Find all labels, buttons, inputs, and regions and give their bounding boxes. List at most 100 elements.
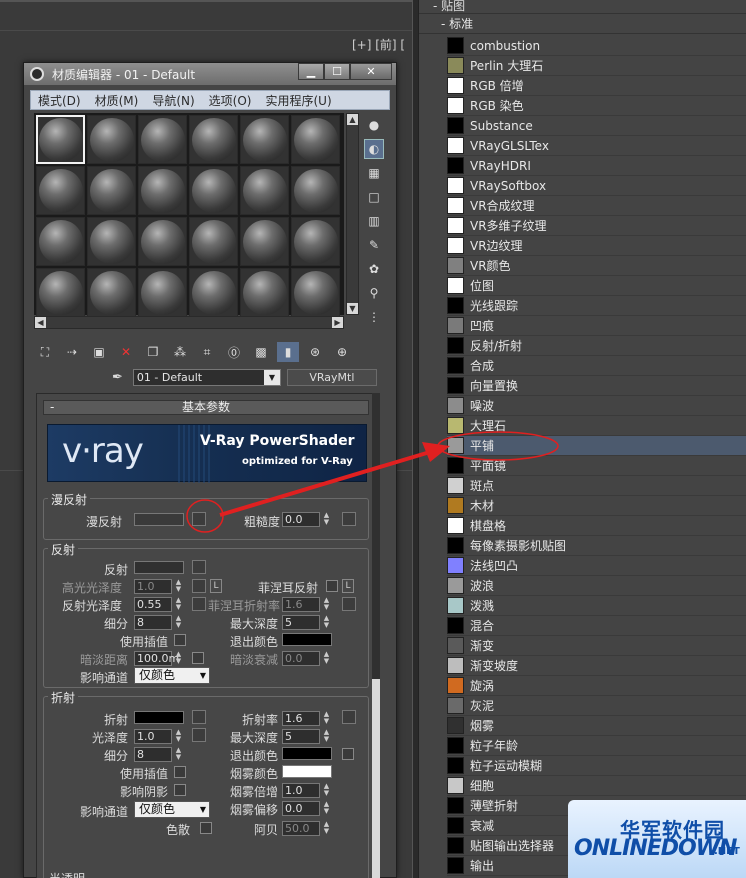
refr-exit-color-checkbox[interactable] bbox=[342, 748, 354, 760]
fresnel-ior-map-button[interactable] bbox=[342, 597, 356, 611]
go-forward-sibling-icon[interactable]: ⊕ bbox=[331, 342, 353, 362]
sample-slot[interactable] bbox=[138, 217, 187, 266]
sample-horizontal-scrollbar[interactable]: ◀ ▶ bbox=[34, 316, 344, 329]
viewport-label[interactable]: [+] [前] [ bbox=[352, 36, 405, 53]
map-list-item[interactable]: 细胞 bbox=[447, 776, 746, 796]
fog-mult-spinner[interactable]: 1.0 bbox=[282, 783, 320, 798]
diffuse-color-swatch[interactable] bbox=[134, 513, 184, 526]
sample-slot[interactable] bbox=[138, 115, 187, 164]
chevron-down-icon[interactable]: ▼ bbox=[263, 370, 280, 385]
spinner-arrows-icon[interactable]: ▲ ▼ bbox=[322, 821, 331, 836]
reflect-color-swatch[interactable] bbox=[134, 561, 184, 574]
map-list-item[interactable]: 平铺 bbox=[447, 436, 746, 456]
map-list-item[interactable]: 斑点 bbox=[447, 476, 746, 496]
eyedropper-icon[interactable]: ✒ bbox=[112, 370, 123, 385]
map-list-item[interactable]: 混合 bbox=[447, 616, 746, 636]
fresnel-checkbox[interactable] bbox=[326, 580, 338, 592]
make-unique-icon[interactable]: ⁂ bbox=[169, 342, 191, 362]
map-list-item[interactable]: VRayHDRI bbox=[447, 156, 746, 176]
roughness-spinner[interactable]: 0.0 bbox=[282, 512, 320, 527]
roughness-map-button[interactable] bbox=[342, 512, 356, 526]
map-list-item[interactable]: Substance bbox=[447, 116, 746, 136]
spinner-arrows-icon[interactable]: ▲ ▼ bbox=[322, 651, 331, 666]
spinner-arrows-icon[interactable]: ▲ ▼ bbox=[322, 597, 331, 612]
parameter-scrollbar-thumb[interactable] bbox=[372, 679, 380, 878]
spinner-arrows-icon[interactable]: ▲ ▼ bbox=[322, 615, 331, 630]
sample-slot[interactable] bbox=[87, 115, 136, 164]
map-list-item[interactable]: Perlin 大理石 bbox=[447, 56, 746, 76]
spinner-arrows-icon[interactable]: ▲ ▼ bbox=[174, 597, 183, 612]
minimize-button[interactable]: ▁ bbox=[298, 63, 324, 80]
map-list-item[interactable]: 光线跟踪 bbox=[447, 296, 746, 316]
abbe-spinner[interactable]: 50.0 bbox=[282, 821, 320, 836]
spinner-arrows-icon[interactable]: ▲ ▼ bbox=[174, 729, 183, 744]
sample-vertical-scrollbar[interactable]: ▲ ▼ bbox=[346, 113, 359, 315]
map-list-item[interactable]: 粒子运动模糊 bbox=[447, 756, 746, 776]
scroll-right-icon[interactable]: ▶ bbox=[332, 317, 343, 328]
options-icon[interactable]: ✿ bbox=[364, 259, 384, 279]
sample-type-icon[interactable]: ● bbox=[364, 115, 384, 135]
map-list-item[interactable]: RGB 倍增 bbox=[447, 76, 746, 96]
sample-slot[interactable] bbox=[87, 166, 136, 215]
map-list-item[interactable]: 旋涡 bbox=[447, 676, 746, 696]
assign-to-selection-icon[interactable]: ▣ bbox=[88, 342, 110, 362]
close-button[interactable]: ✕ bbox=[350, 63, 392, 80]
refr-exit-color-swatch[interactable] bbox=[282, 747, 332, 760]
reflect-map-button[interactable] bbox=[192, 560, 206, 574]
spinner-arrows-icon[interactable]: ▲ ▼ bbox=[174, 579, 183, 594]
sample-slot[interactable] bbox=[240, 217, 289, 266]
menu-mode[interactable]: 模式(D) bbox=[31, 92, 88, 109]
parameter-scrollbar[interactable] bbox=[372, 393, 380, 878]
get-material-icon[interactable]: ⛶ bbox=[34, 342, 56, 362]
select-by-material-icon[interactable]: ⚲ bbox=[364, 283, 384, 303]
gloss-map-button[interactable] bbox=[192, 728, 206, 742]
material-map-navigator-icon[interactable]: ⋮ bbox=[364, 307, 384, 327]
browser-category-maps[interactable]: - 贴图 bbox=[419, 0, 746, 14]
dispersion-checkbox[interactable] bbox=[200, 822, 212, 834]
fog-color-swatch[interactable] bbox=[282, 765, 332, 778]
make-preview-icon[interactable]: ✎ bbox=[364, 235, 384, 255]
sample-slot[interactable] bbox=[291, 166, 340, 215]
sample-uv-tiling-icon[interactable]: □ bbox=[364, 187, 384, 207]
scroll-up-icon[interactable]: ▲ bbox=[347, 114, 358, 125]
map-list-item[interactable]: 泼溅 bbox=[447, 596, 746, 616]
sample-slot[interactable] bbox=[36, 166, 85, 215]
go-to-parent-icon[interactable]: ⊛ bbox=[304, 342, 326, 362]
sample-slot[interactable] bbox=[189, 166, 238, 215]
sample-slot[interactable] bbox=[87, 268, 136, 317]
spinner-arrows-icon[interactable]: ▲ ▼ bbox=[322, 711, 331, 726]
refract-map-button[interactable] bbox=[192, 710, 206, 724]
gloss-spinner[interactable]: 1.0 bbox=[134, 729, 172, 744]
dim-distance-spinner[interactable]: 100.0m bbox=[134, 651, 179, 666]
spinner-arrows-icon[interactable]: ▲ ▼ bbox=[322, 512, 331, 527]
map-list-item[interactable]: 渐变坡度 bbox=[447, 656, 746, 676]
map-list-item[interactable]: VR边纹理 bbox=[447, 236, 746, 256]
map-list-item[interactable]: 波浪 bbox=[447, 576, 746, 596]
sample-slot[interactable] bbox=[138, 268, 187, 317]
exit-color-swatch[interactable] bbox=[282, 633, 332, 646]
maximize-button[interactable]: ☐ bbox=[324, 63, 350, 80]
map-list-item[interactable]: VRayGLSLTex bbox=[447, 136, 746, 156]
browser-category-standard[interactable]: - 标准 bbox=[419, 14, 746, 34]
reset-map-icon[interactable]: ✕ bbox=[115, 342, 137, 362]
put-to-scene-icon[interactable]: ⇢ bbox=[61, 342, 83, 362]
menu-material[interactable]: 材质(M) bbox=[88, 92, 146, 109]
scroll-left-icon[interactable]: ◀ bbox=[35, 317, 46, 328]
fresnel-lock-button[interactable]: L bbox=[342, 579, 354, 593]
affect-shadows-checkbox[interactable] bbox=[174, 784, 186, 796]
sample-slot[interactable] bbox=[240, 268, 289, 317]
sample-slot[interactable] bbox=[240, 115, 289, 164]
map-list-item[interactable]: 灰泥 bbox=[447, 696, 746, 716]
spinner-arrows-icon[interactable]: ▲ ▼ bbox=[322, 801, 331, 816]
hilight-gloss-spinner[interactable]: 1.0 bbox=[134, 579, 172, 594]
put-to-library-icon[interactable]: ⌗ bbox=[196, 342, 218, 362]
refr-affect-channels-dropdown[interactable]: 仅颜色 ▼ bbox=[134, 801, 210, 818]
show-end-result-icon[interactable]: ▮ bbox=[277, 342, 299, 362]
map-list-item[interactable]: VR颜色 bbox=[447, 256, 746, 276]
refr-subdivs-spinner[interactable]: 8 bbox=[134, 747, 172, 762]
dim-falloff-spinner[interactable]: 0.0 bbox=[282, 651, 320, 666]
refract-color-swatch[interactable] bbox=[134, 711, 184, 724]
refl-gloss-spinner[interactable]: 0.55 bbox=[134, 597, 172, 612]
spinner-arrows-icon[interactable]: ▲ ▼ bbox=[322, 729, 331, 744]
spinner-arrows-icon[interactable]: ▲ ▼ bbox=[174, 651, 183, 666]
